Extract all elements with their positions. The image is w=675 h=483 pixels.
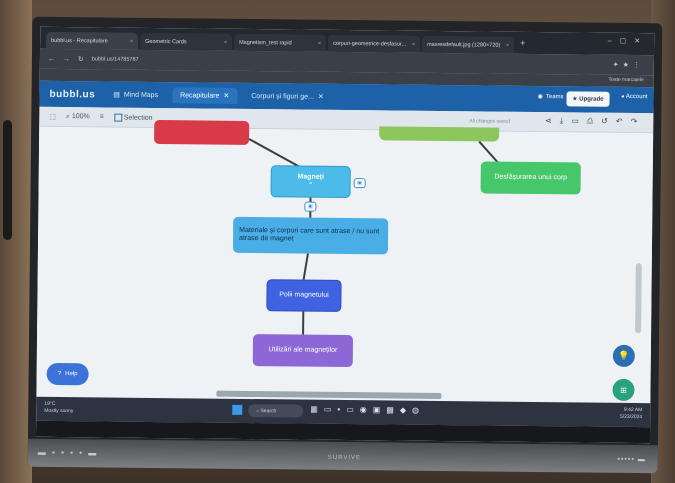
tab-mind-maps[interactable]: ▤ Mind Maps — [113, 91, 158, 99]
add-icon[interactable]: ⊞ — [612, 378, 635, 402]
tab-corpuri[interactable]: Corpuri și figuri ge... ✕ — [251, 92, 324, 101]
node-poli[interactable]: Polii magnetului — [266, 279, 342, 312]
close-icon[interactable]: × — [318, 40, 321, 46]
monitor-bezel: bubbl.us - Recapitulare × Geometric Cards… — [27, 16, 663, 474]
fit-screen-icon[interactable]: ⬚ — [49, 112, 56, 120]
lightbulb-icon[interactable]: 💡 — [612, 344, 635, 368]
node-desfasurarea[interactable]: Desfășurarea unui corp — [480, 161, 581, 195]
user-icon: ◕ — [620, 93, 625, 100]
close-icon[interactable]: × — [506, 42, 509, 48]
tab-recapitulare[interactable]: Recapitulare ✕ — [172, 87, 238, 104]
monitor-brand: SURVIVE — [327, 454, 362, 462]
browser-tab-magnetism[interactable]: Magnetism_test rapid × — [234, 33, 327, 52]
node-red[interactable] — [154, 119, 250, 145]
chevron-up-icon[interactable]: ⌃ — [308, 182, 313, 190]
node-utilizari[interactable]: Utilizări ale magneților — [252, 334, 354, 368]
browser-tab-geometric-cards[interactable]: Geometric Cards × — [140, 32, 233, 51]
cable — [3, 120, 12, 240]
zoom-icon: ⌕ — [65, 112, 70, 120]
weather-widget[interactable]: 19°C Mostly sunny — [44, 401, 73, 415]
close-icon[interactable]: ✕ — [318, 93, 324, 101]
menu-icon[interactable]: ≡ — [100, 113, 104, 120]
bezel-buttons-right: ▪▪▪▪▪ ▬ — [617, 455, 646, 464]
browser-tab-corpuri[interactable]: corpuri-geometrice-desfasur... × — [328, 34, 421, 53]
bezel-buttons: ▬ ▪ ▪ ▪ ▪ ▬ — [37, 447, 99, 458]
folder-icon: ▤ — [113, 91, 120, 99]
new-tab-button[interactable]: + — [520, 38, 525, 48]
all-bookmarks[interactable]: Toate marcajele — [608, 77, 643, 83]
close-icon[interactable]: × — [224, 39, 227, 45]
close-icon[interactable]: × — [130, 38, 133, 44]
selection-checkbox[interactable] — [113, 113, 122, 122]
vertical-scrollbar[interactable] — [635, 263, 642, 334]
browser-tab-maxresdefault[interactable]: maxresdefault.jpg (1280×720) × — [422, 35, 515, 54]
account-button[interactable]: ◕ Account — [621, 94, 648, 100]
upgrade-button[interactable]: ★ Upgrade — [566, 91, 610, 107]
star-icon: ★ — [572, 96, 578, 103]
back-icon[interactable]: ← — [48, 55, 55, 62]
start-icon[interactable] — [232, 404, 243, 415]
forward-icon[interactable]: → — [63, 56, 70, 63]
help-button[interactable]: ? Help — [46, 362, 89, 386]
taskbar-app-icons[interactable]: ▦▭▪▭◉▣▩◆◍ — [310, 405, 425, 415]
teams-button[interactable]: ◉ Teams — [538, 93, 564, 100]
bubblus-logo[interactable]: bubbl.us — [50, 88, 96, 99]
url-field[interactable]: bubbl.us/14785787 — [92, 56, 139, 62]
node-materiale[interactable]: Materiale și corpuri care sunt atrase / … — [232, 216, 389, 255]
window-controls[interactable]: –▢✕ — [608, 37, 648, 45]
wall-left — [0, 0, 32, 483]
save-status: All changes saved — [469, 118, 510, 125]
node-green-top[interactable] — [379, 126, 500, 142]
toolbar-actions[interactable]: ⋖⤓▭⎙↺↶↷ — [545, 116, 645, 127]
reload-icon[interactable]: ↻ — [78, 55, 84, 63]
question-icon: ? — [57, 370, 62, 378]
node-magneti[interactable]: Magneți ⌃ — [270, 165, 351, 199]
attachment-icon[interactable]: ▣ — [304, 201, 317, 212]
close-icon[interactable]: ✕ — [223, 92, 229, 100]
close-icon[interactable]: × — [412, 41, 415, 47]
mindmap-canvas[interactable]: Magneți ⌃ ▣ ▣ Desfășurarea unui corp Mat… — [36, 119, 654, 404]
teams-icon: ◉ — [537, 94, 543, 101]
taskbar-search[interactable]: ⌕ Search — [248, 403, 304, 418]
attachment-icon[interactable]: ▣ — [353, 178, 366, 189]
zoom-control[interactable]: ⌕ 100% — [66, 113, 90, 121]
selection-toggle[interactable]: Selection — [113, 113, 153, 122]
search-icon: ⌕ — [256, 407, 260, 414]
system-tray[interactable]: 9:42 AM 5/23/2024 — [620, 407, 642, 421]
extensions-icon[interactable]: ✦★⋮ — [613, 61, 644, 69]
screen: bubbl.us - Recapitulare × Geometric Cards… — [35, 26, 655, 444]
browser-tab-recapitulare[interactable]: bubbl.us - Recapitulare × — [46, 31, 139, 50]
